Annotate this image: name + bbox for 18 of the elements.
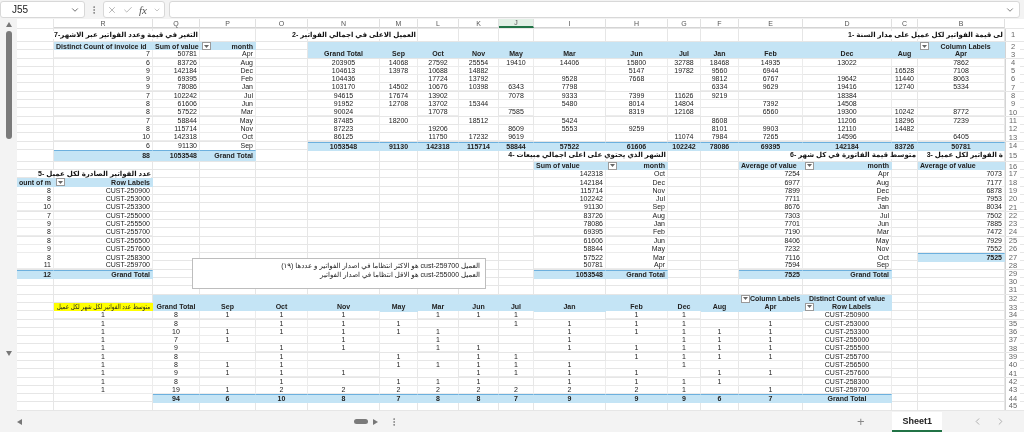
insert-function-button[interactable]: fx <box>139 3 147 16</box>
scrollbar-thumb[interactable] <box>354 419 368 424</box>
filter-button[interactable] <box>56 178 65 187</box>
scroll-right-icon[interactable] <box>373 418 379 425</box>
scroll-left-icon[interactable] <box>17 418 23 425</box>
scroll-down-icon[interactable] <box>5 351 12 357</box>
check-icon[interactable] <box>123 4 133 15</box>
scrollbar-thumb[interactable] <box>5 31 12 139</box>
name-box[interactable]: J55 <box>0 1 85 18</box>
filter-button[interactable] <box>202 42 211 50</box>
scroll-up-icon[interactable] <box>5 22 12 28</box>
filter-button[interactable] <box>920 42 929 50</box>
close-icon[interactable] <box>107 4 117 15</box>
filter-button[interactable] <box>741 294 750 303</box>
filter-button[interactable] <box>805 302 814 311</box>
filter-button[interactable] <box>608 161 617 170</box>
sheet-tab[interactable]: Sheet1 <box>892 411 942 432</box>
filter-button[interactable] <box>805 161 814 170</box>
